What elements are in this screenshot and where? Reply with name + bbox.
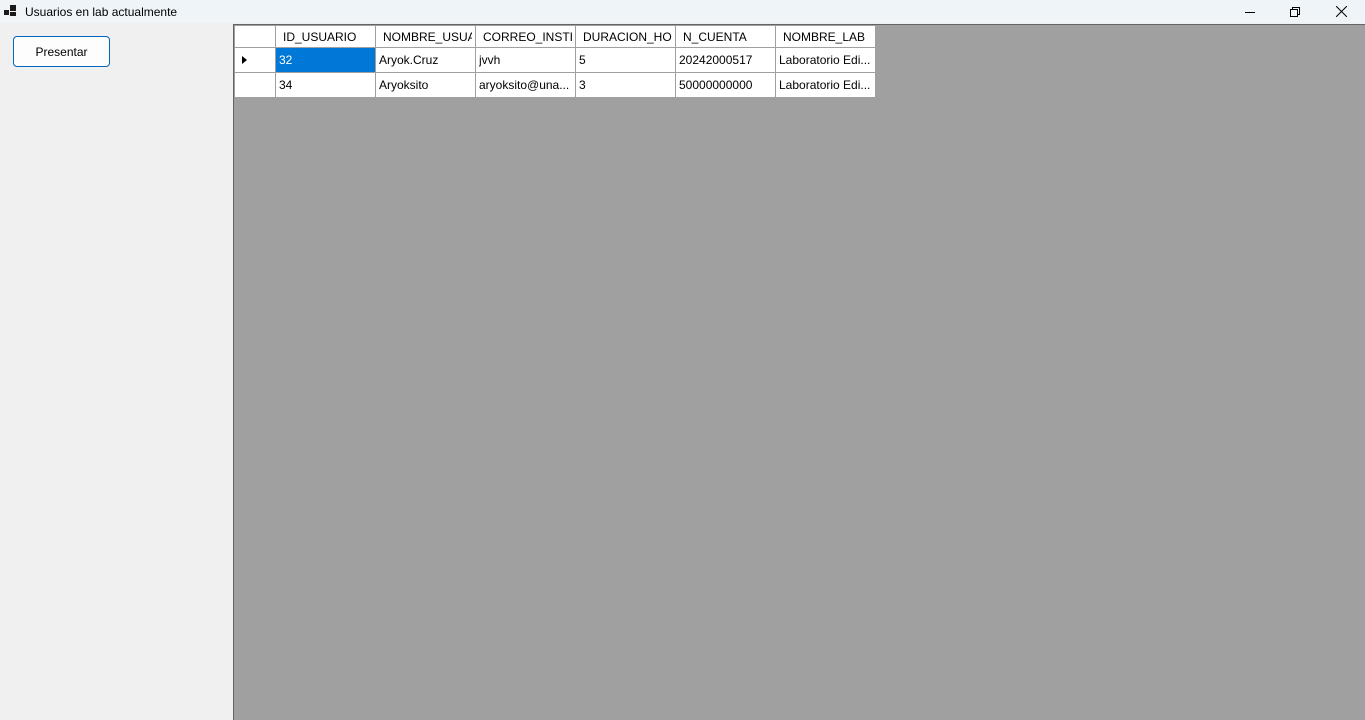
table-cell[interactable]: 20242000517 [675, 47, 776, 73]
restore-icon [1290, 6, 1300, 17]
minimize-icon [1245, 11, 1255, 13]
close-icon [1335, 6, 1347, 17]
table-cell[interactable]: Aryoksito [375, 72, 476, 98]
title-bar[interactable]: Usuarios en lab actualmente [0, 0, 1365, 23]
column-header[interactable]: N_CUENTA [675, 25, 776, 48]
present-button[interactable]: Presentar [13, 36, 110, 67]
table-cell[interactable]: jvvh [475, 47, 576, 73]
table-cell[interactable]: Laboratorio Edi... [775, 72, 876, 98]
table-cell[interactable]: 3 [575, 72, 676, 98]
grid-table: ID_USUARIO NOMBRE_USUARIO CORREO_INSTITU… [234, 25, 876, 98]
table-row[interactable]: 34 Aryoksito aryoksito@una... 3 50000000… [234, 72, 876, 98]
header-row: ID_USUARIO NOMBRE_USUARIO CORREO_INSTITU… [234, 25, 876, 48]
top-left-header-cell[interactable] [234, 25, 276, 48]
table-cell[interactable]: Laboratorio Edi... [775, 47, 876, 73]
data-grid[interactable]: ID_USUARIO NOMBRE_USUARIO CORREO_INSTITU… [233, 24, 1365, 720]
current-row-arrow-icon [242, 56, 247, 64]
row-header[interactable] [234, 72, 276, 98]
table-cell[interactable]: 34 [275, 72, 376, 98]
column-header[interactable]: NOMBRE_LAB [775, 25, 876, 48]
table-row[interactable]: 32 Aryok.Cruz jvvh 5 20242000517 Laborat… [234, 47, 876, 73]
column-header[interactable]: NOMBRE_USUARIO [375, 25, 476, 48]
window-title: Usuarios en lab actualmente [25, 5, 178, 19]
table-cell[interactable]: aryoksito@una... [475, 72, 576, 98]
table-cell[interactable]: Aryok.Cruz [375, 47, 476, 73]
column-header[interactable]: DURACION_HOR [575, 25, 676, 48]
column-header[interactable]: CORREO_INSTITU [475, 25, 576, 48]
restore-button[interactable] [1272, 0, 1318, 23]
row-header[interactable] [234, 47, 276, 73]
app-window-icon [4, 5, 18, 17]
minimize-button[interactable] [1227, 0, 1273, 23]
form-client-area: Presentar ID_USUARIO NOMBRE_USUARIO CORR… [0, 23, 1365, 720]
column-header[interactable]: ID_USUARIO [275, 25, 376, 48]
table-cell[interactable]: 32 [275, 47, 376, 73]
close-button[interactable] [1318, 0, 1364, 23]
table-cell[interactable]: 50000000000 [675, 72, 776, 98]
table-cell[interactable]: 5 [575, 47, 676, 73]
